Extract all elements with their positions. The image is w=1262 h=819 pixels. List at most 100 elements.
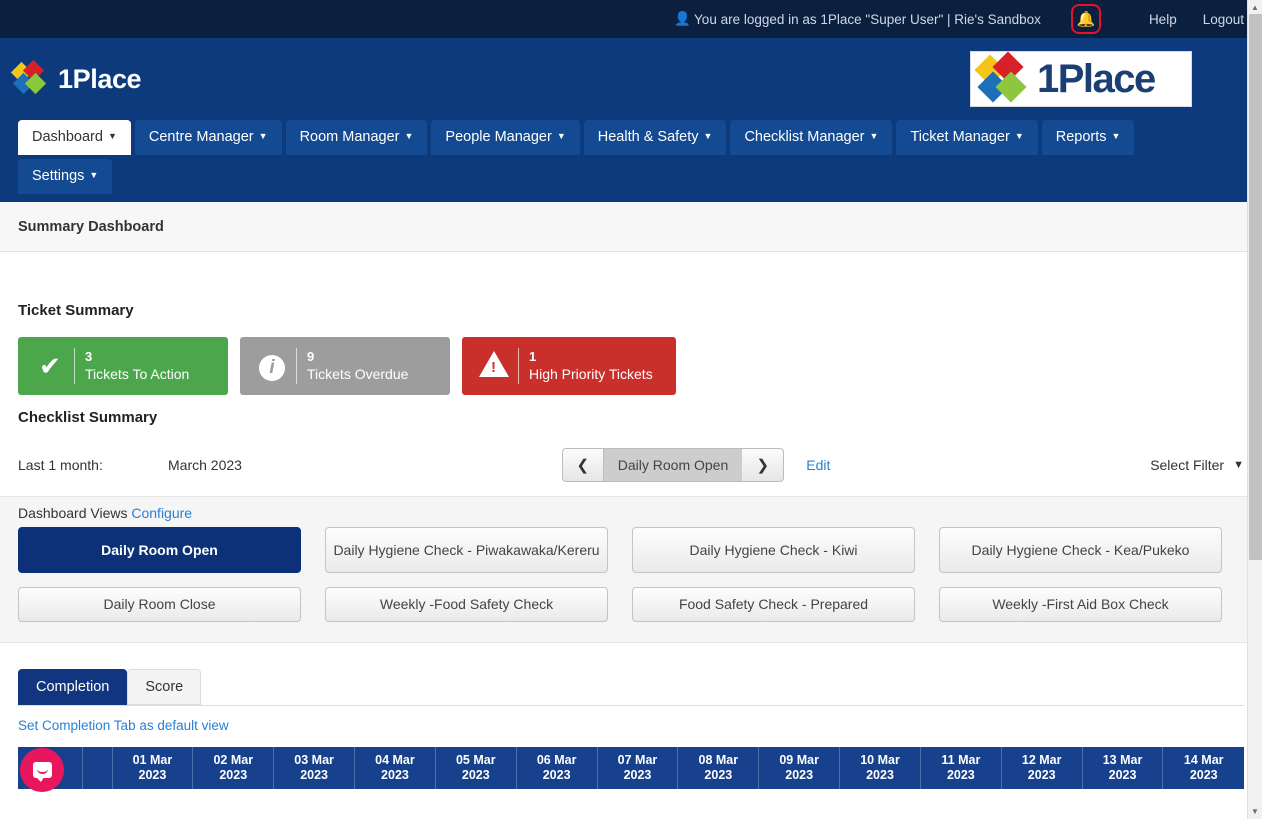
column-year: 2023 — [1108, 768, 1137, 782]
caret-down-icon: ▼ — [703, 131, 713, 141]
dashboard-views-panel: Dashboard Views Configure Daily Room Ope… — [0, 496, 1262, 643]
chevron-down-icon: ▼ — [1233, 459, 1244, 471]
dashboard-view-button[interactable]: Daily Hygiene Check - Piwakawaka/Kereru — [325, 527, 608, 573]
nav-item-dashboard[interactable]: Dashboard ▼ — [18, 120, 131, 155]
scroll-up-icon[interactable]: ▲ — [1248, 0, 1262, 15]
dashboard-views-header: Dashboard Views Configure — [18, 505, 1244, 521]
chat-launcher-button[interactable] — [20, 748, 64, 792]
column-day: 03 Mar — [294, 753, 334, 767]
tile-divider — [296, 348, 297, 384]
configure-link[interactable]: Configure — [131, 505, 192, 521]
table-column-header: 03 Mar 2023 — [273, 747, 355, 789]
nav-item-label: People Manager — [445, 129, 552, 145]
edit-link[interactable]: Edit — [806, 457, 830, 473]
nav-item-label: Settings — [32, 168, 85, 184]
user-icon: 👤 — [674, 11, 692, 26]
nav-item-label: Health & Safety — [597, 129, 699, 145]
checklist-pager: ❮ Daily Room Open ❯ Edit — [561, 448, 830, 482]
client-logo: 1Place — [970, 51, 1192, 107]
column-day: 12 Mar — [1021, 753, 1062, 767]
page-scrollbar[interactable]: ▲ ▼ — [1247, 0, 1262, 819]
app-logo[interactable]: 1Place — [10, 59, 142, 95]
help-link[interactable]: Help — [1149, 12, 1177, 27]
column-year: 2023 — [461, 768, 490, 782]
caret-down-icon: ▼ — [556, 131, 566, 141]
column-day: 08 Mar — [698, 753, 739, 767]
main-navigation: Dashboard ▼ Centre Manager ▼ Room Manager ▼ Pe… — [0, 120, 1262, 198]
table-column-header: 05 Mar 2023 — [434, 747, 517, 789]
table-column-header: 14 Mar 2023 — [1162, 747, 1244, 789]
ticket-tile-high-priority-tickets[interactable]: ! 1 High Priority Tickets — [462, 337, 676, 395]
nav-item-reports[interactable]: Reports ▼ — [1041, 120, 1135, 155]
column-year: 2023 — [219, 768, 248, 782]
column-day: 05 Mar — [455, 753, 496, 767]
ticket-tile-tickets-to-action[interactable]: ✔ 3 Tickets To Action — [18, 337, 228, 395]
column-day: 01 Mar — [132, 753, 173, 767]
dashboard-view-button[interactable]: Daily Hygiene Check - Kiwi — [632, 527, 915, 573]
table-header-row: 01 Mar 2023 02 Mar 2023 03 Mar 2023 04 Mar 2023… — [18, 747, 1244, 789]
main-content: Ticket Summary ✔ 3 Tickets To Action i 9 Tick… — [0, 302, 1262, 482]
dashboard-views-grid: Daily Room Open Daily Hygiene Check - Piw… — [18, 527, 1244, 622]
result-tabs: Completion Score — [0, 669, 1262, 705]
tab-score[interactable]: Score — [127, 669, 202, 705]
column-year: 2023 — [381, 768, 409, 782]
column-year: 2023 — [542, 768, 571, 782]
nav-item-settings[interactable]: Settings ▼ — [18, 159, 113, 194]
tile-label: Tickets To Action — [85, 366, 190, 382]
scroll-down-icon[interactable]: ▼ — [1248, 804, 1262, 819]
chevron-right-icon: ❯ — [756, 457, 770, 474]
dashboard-view-button[interactable]: Daily Hygiene Check - Kea/Pukeko — [939, 527, 1222, 573]
nav-item-label: Dashboard — [32, 129, 103, 145]
notification-bell-button[interactable]: 🔔 — [1070, 4, 1101, 34]
table-column-header: 01 Mar 2023 — [111, 747, 193, 789]
column-day: 02 Mar — [213, 753, 254, 767]
caret-down-icon: ▼ — [89, 170, 99, 180]
tile-count: 3 — [85, 349, 93, 364]
nav-item-room-manager[interactable]: Room Manager ▼ — [285, 120, 428, 155]
top-utility-bar: 👤 You are logged in as 1Place "Super Use… — [0, 0, 1262, 38]
nav-item-checklist-manager[interactable]: Checklist Manager ▼ — [730, 120, 893, 155]
page-title-bar: Summary Dashboard — [0, 202, 1262, 252]
tile-label: Tickets Overdue — [307, 366, 409, 382]
tile-count: 1 — [529, 349, 537, 364]
period-value: March 2023 — [168, 457, 242, 473]
period-label: Last 1 month: — [18, 457, 103, 473]
logout-link[interactable]: Logout — [1203, 12, 1244, 27]
nav-item-label: Reports — [1055, 129, 1107, 145]
ticket-tile-tickets-overdue[interactable]: i 9 Tickets Overdue — [240, 337, 450, 395]
select-filter-dropdown[interactable]: Select Filter ▼ — [1150, 457, 1244, 473]
dashboard-view-button[interactable]: Weekly -First Aid Box Check — [939, 587, 1222, 622]
nav-item-centre-manager[interactable]: Centre Manager ▼ — [134, 120, 282, 155]
nav-item-people-manager[interactable]: People Manager ▼ — [431, 120, 580, 155]
nav-item-health-safety[interactable]: Health & Safety ▼ — [583, 120, 727, 155]
dashboard-views-label: Dashboard Views — [18, 505, 128, 521]
client-logo-text: 1Place — [1037, 56, 1156, 101]
column-day: 04 Mar — [375, 753, 415, 767]
column-day: 11 Mar — [941, 753, 981, 767]
dashboard-view-button[interactable]: Daily Room Open — [18, 527, 301, 573]
pager-prev-button[interactable]: ❮ — [561, 448, 604, 482]
scrollbar-thumb[interactable] — [1249, 14, 1262, 560]
column-year: 2023 — [866, 768, 894, 782]
nav-item-label: Centre Manager — [148, 129, 254, 145]
dashboard-view-button[interactable]: Daily Room Close — [18, 587, 301, 622]
column-year: 2023 — [623, 768, 652, 782]
checklist-summary-controls: Last 1 month: March 2023 ❮ Daily Room Op… — [18, 448, 1244, 482]
nav-item-ticket-manager[interactable]: Ticket Manager ▼ — [896, 120, 1038, 155]
table-column-header: 10 Mar 2023 — [839, 747, 921, 789]
tile-divider — [518, 348, 519, 384]
tab-completion[interactable]: Completion — [18, 669, 128, 705]
pager-next-button[interactable]: ❯ — [742, 448, 785, 482]
dashboard-view-button[interactable]: Weekly -Food Safety Check — [325, 587, 608, 622]
dashboard-view-button[interactable]: Food Safety Check - Prepared — [632, 587, 915, 622]
caret-down-icon: ▼ — [1111, 131, 1121, 141]
table-column-header: 13 Mar 2023 — [1081, 747, 1163, 789]
logged-in-status: 👤 You are logged in as 1Place "Super Use… — [674, 11, 1041, 27]
diamonds-logo-icon — [10, 59, 50, 95]
column-day: 07 Mar — [617, 753, 658, 767]
set-default-view-link[interactable]: Set Completion Tab as default view — [18, 718, 1262, 733]
completion-table-wrapper: 01 Mar 2023 02 Mar 2023 03 Mar 2023 04 Mar 2023… — [18, 747, 1244, 789]
tile-divider — [74, 348, 75, 384]
column-day: 14 Mar — [1183, 753, 1224, 767]
table-column-header: 08 Mar 2023 — [677, 747, 759, 789]
